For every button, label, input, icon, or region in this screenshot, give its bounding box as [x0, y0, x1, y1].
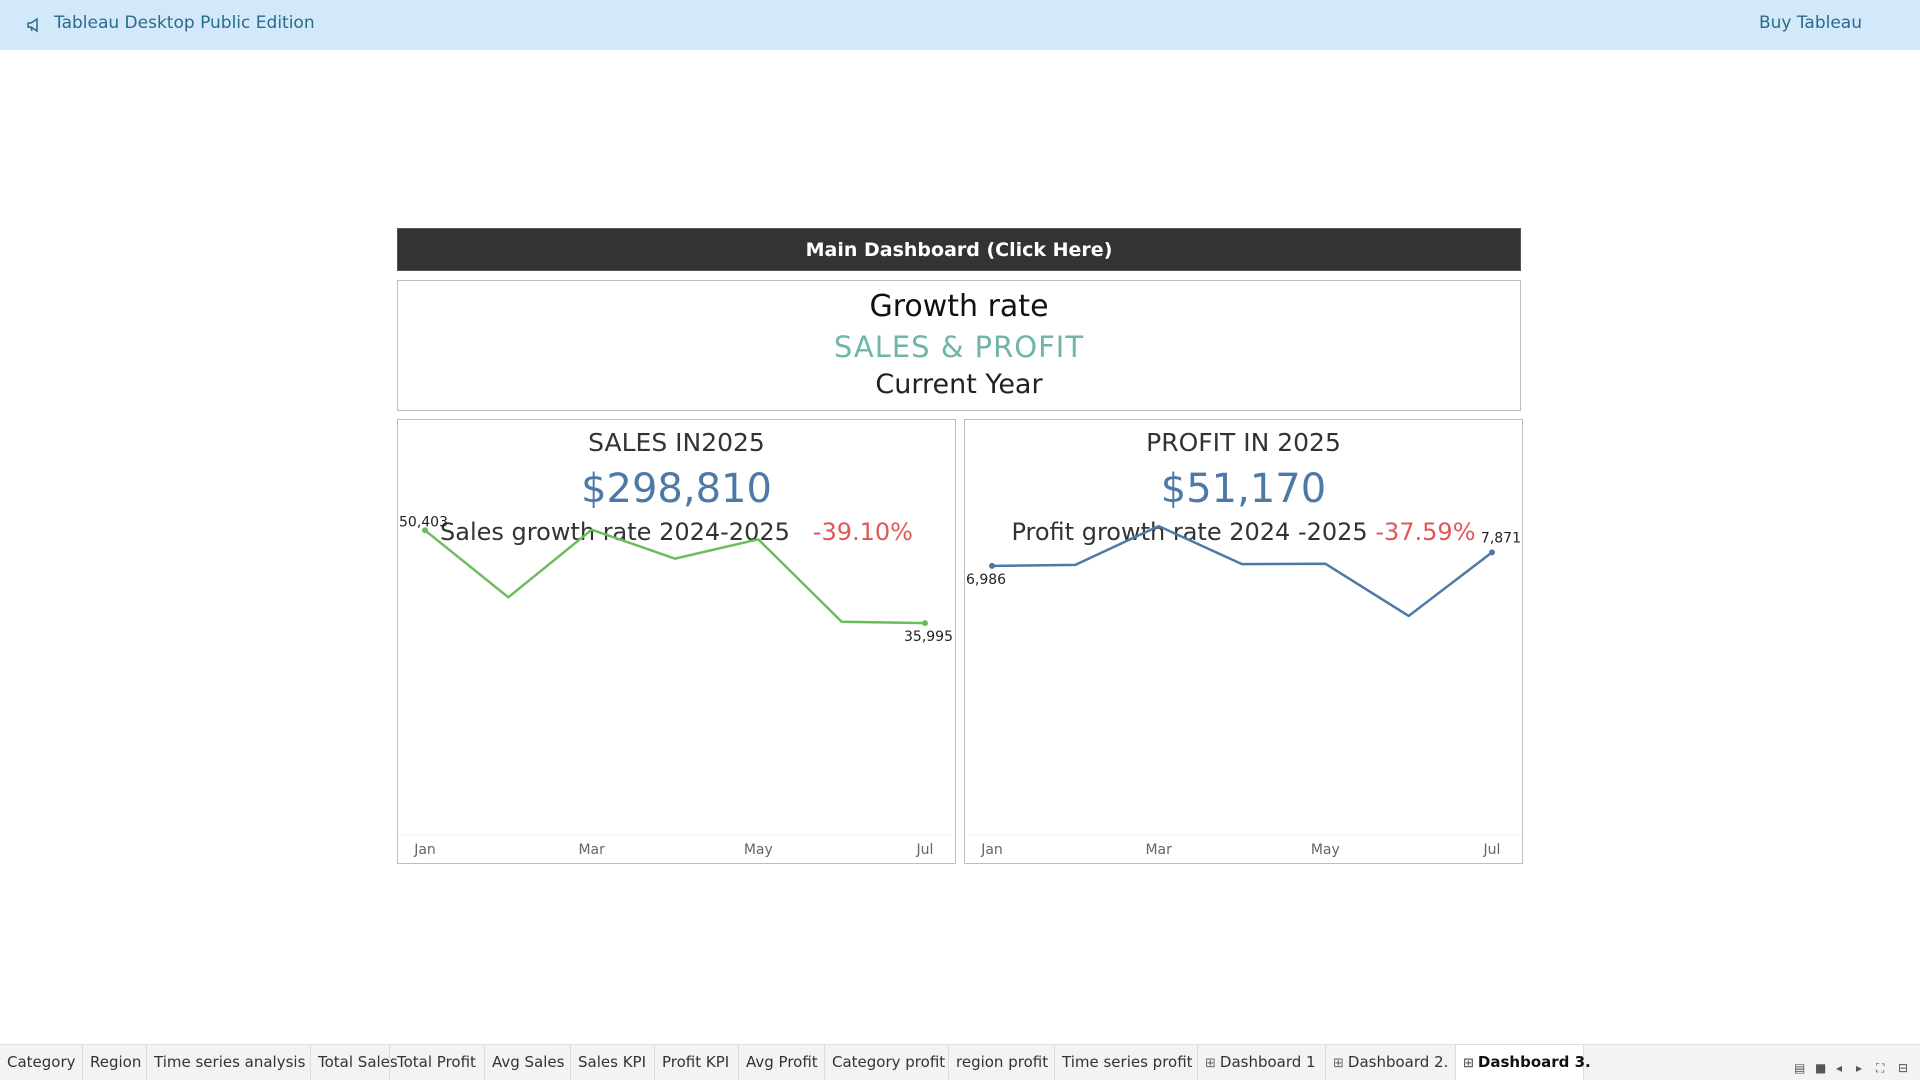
sheet-tab[interactable]: Category profit [825, 1045, 949, 1080]
presentation-icon[interactable]: ⊟ [1898, 1062, 1912, 1074]
sheet-tab[interactable]: Profit KPI [655, 1045, 739, 1080]
filmstrip-icon[interactable]: ■ [1815, 1062, 1829, 1074]
dashboard-icon: ⊞ [1463, 1056, 1474, 1071]
sheet-tab[interactable]: Category [0, 1045, 83, 1080]
sheet-tab-label: Dashboard 3. [1477, 1053, 1591, 1071]
next-arrow-icon[interactable]: ▸ [1856, 1062, 1870, 1074]
sheet-tab[interactable]: ⊞ Dashboard 2. [1326, 1045, 1456, 1080]
x-tick-label: Jul [1483, 842, 1501, 858]
x-tick-label: Jan [413, 842, 436, 858]
sheet-tab-bar: Category Region Time series analysis Total … [0, 1044, 1920, 1080]
last-value-label: 7,871 [1481, 530, 1521, 546]
x-tick-label: Jul [916, 842, 934, 858]
sheet-tab[interactable]: Sales KPI [571, 1045, 655, 1080]
sheet-tab[interactable]: Avg Sales [485, 1045, 571, 1080]
data-point[interactable] [1489, 549, 1495, 556]
dashboard-icon: ⊞ [1205, 1056, 1216, 1071]
sheet-tab[interactable]: Time series analysis [147, 1045, 311, 1080]
sheet-tab[interactable]: Region [83, 1045, 147, 1080]
profit-line-chart[interactable]: 6,986 7,871 Jan Mar May Jul [965, 420, 1522, 863]
series-line[interactable] [991, 524, 1493, 618]
sheet-tab[interactable]: region profit [949, 1045, 1055, 1080]
profit-panel[interactable]: PROFIT IN 2025 $51,170 Profit growth rat… [964, 419, 1523, 864]
sheet-tab-label: Sales KPI [578, 1053, 646, 1071]
main-dashboard-button[interactable]: Main Dashboard (Click Here) [397, 228, 1521, 271]
grid-view-icon[interactable]: ▤ [1794, 1062, 1808, 1074]
sheet-tab-label: Profit KPI [662, 1053, 730, 1071]
sales-line-chart[interactable]: 50,403 35,995 Jan Mar May Jul [398, 420, 955, 863]
app-title: Tableau Desktop Public Edition [54, 13, 315, 33]
buy-tableau-link[interactable]: Buy Tableau [1759, 13, 1862, 33]
sheet-tab-label: Region [90, 1053, 142, 1071]
fullscreen-icon[interactable]: ⛶ [1876, 1062, 1890, 1074]
x-tick-label: Mar [1145, 842, 1172, 858]
sheet-tab[interactable]: Time series profit [1055, 1045, 1198, 1080]
sheet-tab[interactable]: Avg Profit [739, 1045, 825, 1080]
x-tick-label: Jan [980, 842, 1003, 858]
x-tick-label: Mar [578, 842, 605, 858]
sheet-tab-label: Category [7, 1053, 76, 1071]
top-banner: Tableau Desktop Public Edition Buy Table… [0, 0, 1920, 50]
sheet-tab-label: Dashboard 2. [1347, 1053, 1449, 1071]
dashboard-header: Growth rate SALES & PROFIT Current Year [397, 280, 1521, 411]
header-period: Current Year [875, 369, 1043, 400]
last-value-label: 35,995 [904, 629, 953, 645]
data-point[interactable] [989, 562, 995, 569]
series-line[interactable] [424, 528, 926, 625]
prev-arrow-icon[interactable]: ◂ [1836, 1062, 1850, 1074]
data-point[interactable] [922, 620, 928, 627]
sheet-tab-label: region profit [956, 1053, 1049, 1071]
sales-panel[interactable]: SALES IN2025 $298,810 Sales growth rate … [397, 419, 956, 864]
first-value-label: 6,986 [966, 572, 1006, 588]
sheet-tab-label: Avg Sales [492, 1053, 565, 1071]
x-tick-label: May [744, 842, 773, 858]
sheet-tab-label: Time series analysis [154, 1053, 306, 1071]
first-value-label: 50,403 [399, 514, 448, 530]
dashboard-icon: ⊞ [1333, 1056, 1344, 1071]
sheet-tab[interactable]: Total Sales [311, 1045, 398, 1080]
sheet-tab-label: Total Profit [397, 1053, 476, 1071]
sheet-tab-label: Category profit [832, 1053, 946, 1071]
megaphone-icon [27, 17, 38, 33]
sheet-tab-label: Total Sales [318, 1053, 398, 1071]
sheet-tab[interactable]: ⊞ Dashboard 3. [1456, 1045, 1591, 1080]
sheet-tab-label: Dashboard 1 [1219, 1053, 1316, 1071]
header-subtitle: SALES & PROFIT [833, 330, 1085, 364]
sheet-tab[interactable]: ⊞ Dashboard 1 [1198, 1045, 1326, 1080]
sheet-tab-label: Time series profit [1062, 1053, 1193, 1071]
sheet-tab-label: Avg Profit [746, 1053, 818, 1071]
sheet-tab[interactable]: Total Profit [390, 1045, 485, 1080]
x-tick-label: May [1311, 842, 1340, 858]
header-title: Growth rate [869, 289, 1049, 324]
